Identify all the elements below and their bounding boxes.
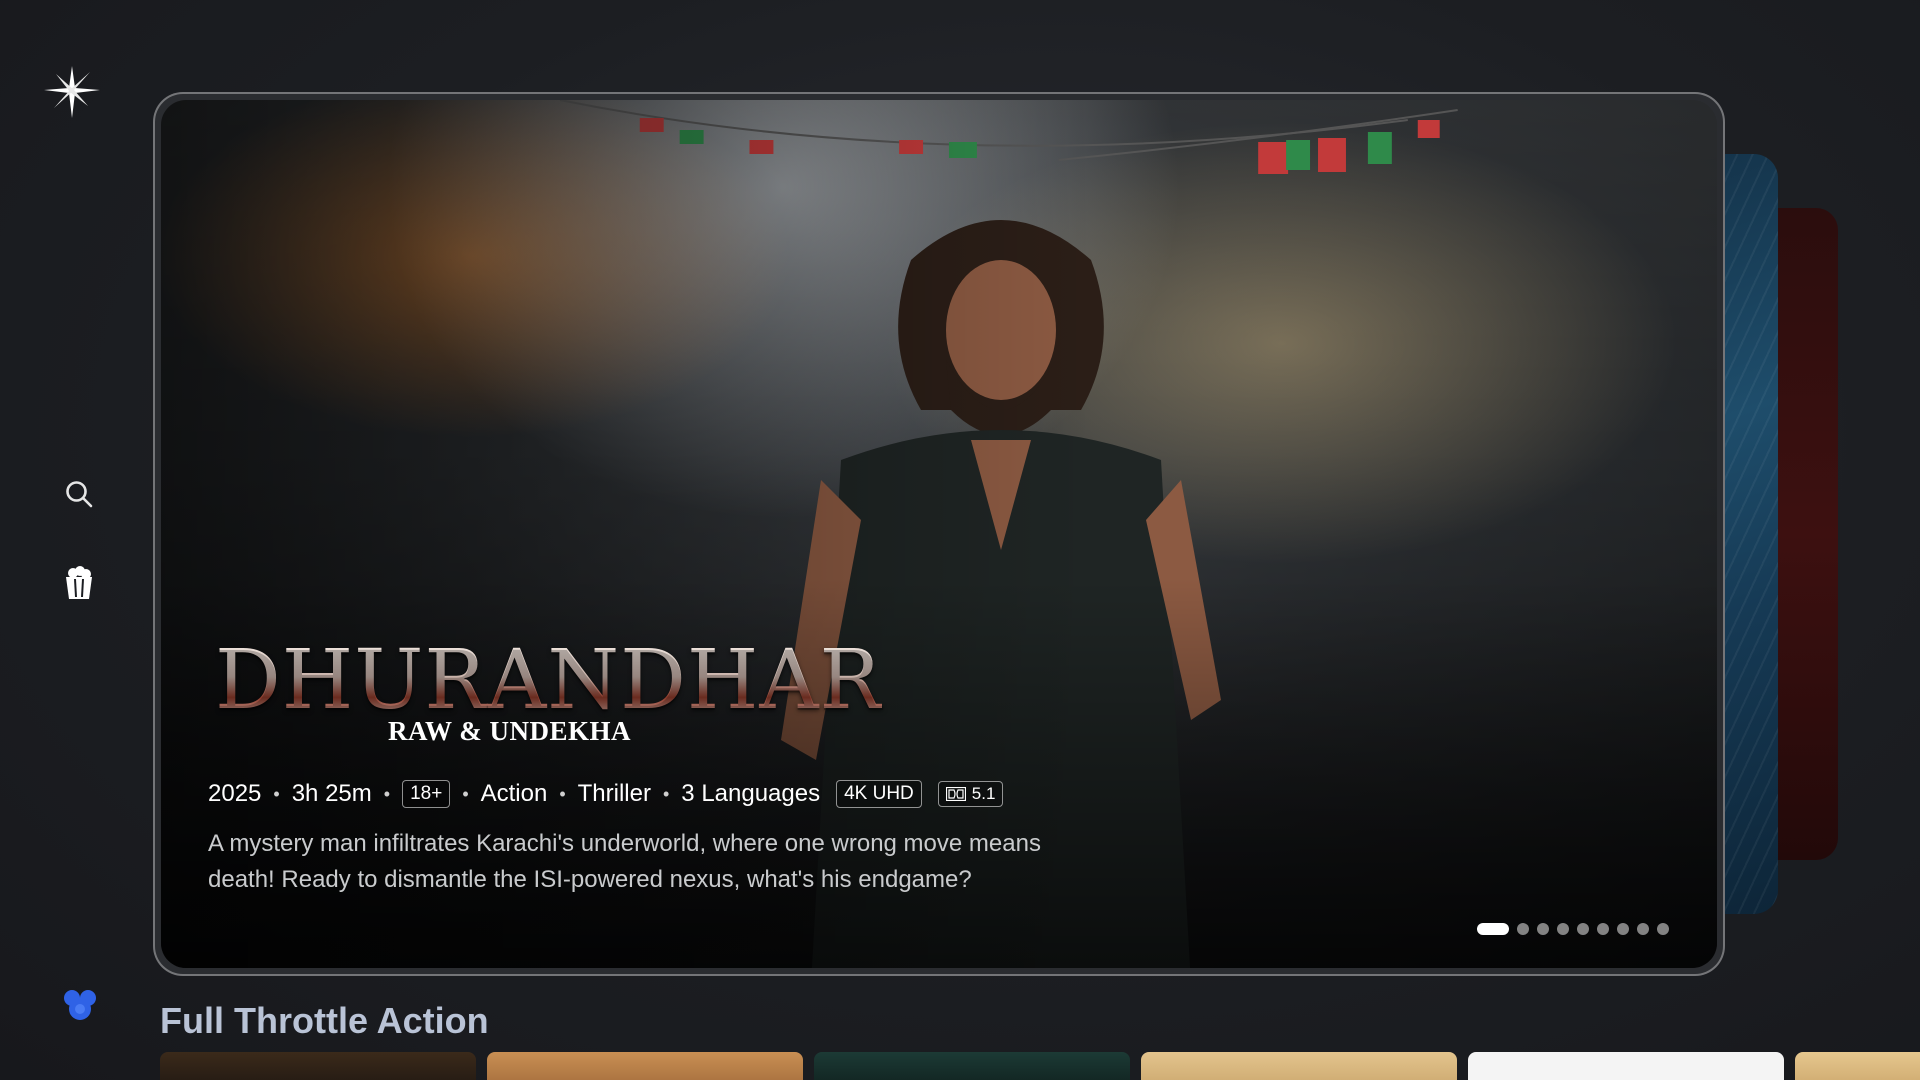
- separator-dot: •: [462, 783, 469, 804]
- hero-carousel[interactable]: DHURANDHAR RAW & UNDEKHA 2025 • 3h 25m •…: [153, 92, 1725, 976]
- pagination-dot[interactable]: [1517, 923, 1529, 935]
- duration: 3h 25m: [291, 780, 372, 807]
- synopsis: A mystery man infiltrates Karachi's unde…: [208, 830, 1041, 893]
- separator-dot: •: [559, 783, 566, 804]
- release-year: 2025: [208, 780, 262, 807]
- pagination-dot[interactable]: [1537, 923, 1549, 935]
- title-logo: DHURANDHAR RAW & UNDEKHA: [215, 640, 882, 747]
- row-title: Full Throttle Action: [160, 1000, 489, 1041]
- genre-thriller: Thriller: [577, 780, 651, 807]
- sparkle-star-icon[interactable]: [40, 62, 104, 120]
- sidebar: [0, 0, 155, 1080]
- languages-count: 3 Languages: [681, 780, 821, 807]
- pagination-dot[interactable]: [1657, 923, 1669, 935]
- profile-avatar-icon[interactable]: [61, 987, 99, 1023]
- metadata-row: 2025 • 3h 25m • 18+ • Action • Thriller …: [208, 780, 1004, 808]
- popcorn-icon[interactable]: [62, 566, 96, 600]
- audio-channels: 5.1: [971, 784, 996, 803]
- separator-dot: •: [383, 783, 391, 804]
- pagination-dot[interactable]: [1617, 923, 1629, 935]
- hero-banner: DHURANDHAR RAW & UNDEKHA 2025 • 3h 25m •…: [161, 100, 1717, 968]
- separator-dot: •: [662, 783, 670, 804]
- pagination-dot-active[interactable]: [1477, 923, 1509, 935]
- movie-title: DHURANDHAR: [215, 633, 883, 728]
- movie-thumbnail[interactable]: [1795, 1052, 1920, 1080]
- resolution-badge: 4K UHD: [836, 780, 922, 808]
- carousel-pagination: [1477, 923, 1669, 935]
- pagination-dot[interactable]: [1637, 923, 1649, 935]
- pagination-dot[interactable]: [1597, 923, 1609, 935]
- search-icon[interactable]: [62, 477, 96, 511]
- movie-thumbnail[interactable]: [1468, 1052, 1784, 1080]
- dolby-icon: [945, 787, 966, 801]
- audio-badge: 5.1: [937, 781, 1004, 807]
- pagination-dot[interactable]: [1557, 923, 1569, 935]
- movie-thumbnail[interactable]: [487, 1052, 803, 1080]
- separator-dot: •: [273, 783, 280, 804]
- movie-thumbnail[interactable]: [160, 1052, 476, 1080]
- genre-action: Action: [480, 780, 548, 807]
- movie-thumbnail[interactable]: [1141, 1052, 1457, 1080]
- pagination-dot[interactable]: [1577, 923, 1589, 935]
- age-rating-badge: 18+: [402, 780, 451, 808]
- movie-thumbnail[interactable]: [814, 1052, 1130, 1080]
